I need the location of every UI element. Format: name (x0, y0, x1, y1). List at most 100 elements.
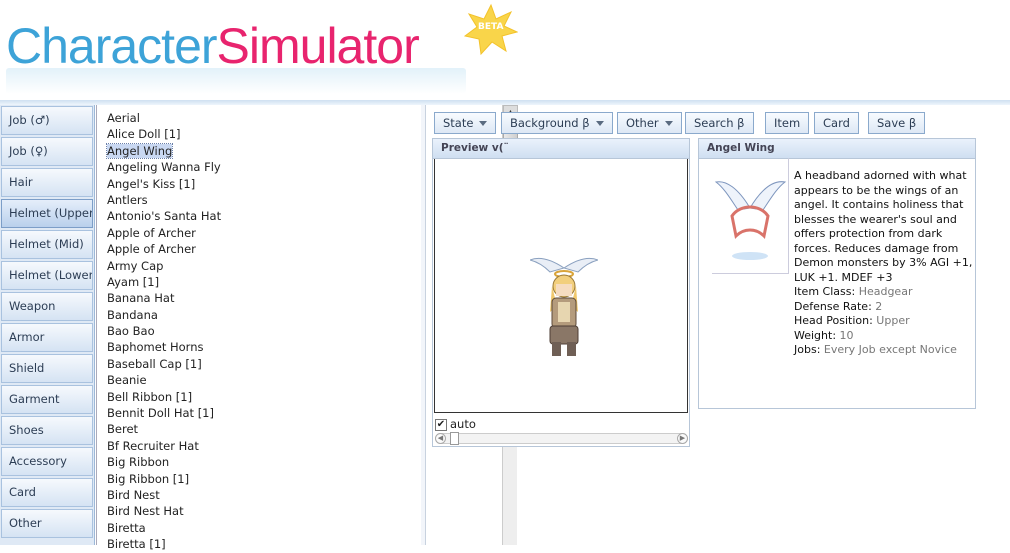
list-item-label: Bell Ribbon [1] (107, 389, 193, 404)
defense-row: Defense Rate: 2 (794, 300, 974, 315)
category-button[interactable]: Other (1, 509, 93, 538)
list-item[interactable]: Apple of Archer (107, 241, 402, 257)
list-item[interactable]: Angel Wing (105, 142, 402, 159)
beta-badge: BETA (463, 3, 519, 57)
item-description: A headband adorned with what appears to … (794, 169, 974, 358)
list-item-label: Bao Bao (107, 324, 155, 339)
list-item[interactable]: Baphomet Horns (107, 339, 402, 355)
list-item[interactable]: Bao Bao (107, 323, 402, 339)
list-item-label: Big Ribbon [1] (107, 471, 190, 486)
category-button[interactable]: Accessory (1, 447, 93, 476)
category-button[interactable]: Job (♂) (1, 106, 93, 135)
item-class-value: Headgear (858, 285, 913, 298)
list-item-label: Apple of Archer (107, 242, 196, 257)
list-item-label: Biretta [1] (107, 537, 166, 552)
list-item-label: Antlers (107, 192, 148, 207)
chevron-down-icon (595, 121, 604, 126)
category-button[interactable]: Armor (1, 323, 93, 352)
list-item[interactable]: Antlers (107, 192, 402, 208)
list-item-label: Bf Recruiter Hat (107, 438, 199, 453)
list-item[interactable]: Apple of Archer (107, 225, 402, 241)
list-item[interactable]: Angel's Kiss [1] (107, 176, 402, 192)
list-item-label: Bird Nest (107, 487, 160, 502)
slider-left-arrow-icon[interactable]: ◀ (435, 433, 446, 444)
category-button[interactable]: Card (1, 478, 93, 507)
category-button[interactable]: Helmet (Upper) (1, 199, 93, 228)
animation-slider[interactable]: ◀ ▶ (435, 432, 688, 445)
list-item-label: Ayam [1] (107, 274, 160, 289)
state-button-label: State (443, 116, 474, 130)
category-button[interactable]: Shoes (1, 416, 93, 445)
weight-label: Weight: (794, 328, 837, 342)
auto-option[interactable]: ✔ auto (435, 417, 476, 433)
list-item[interactable]: Alice Doll [1] (107, 126, 402, 142)
item-button-label: Item (774, 116, 801, 130)
search-button[interactable]: Search β (685, 112, 754, 134)
category-button[interactable]: Helmet (Mid) (1, 230, 93, 259)
list-item[interactable]: Ayam [1] (107, 274, 402, 290)
item-detail-panel: Angel Wing A headband adorned with what … (698, 138, 976, 409)
list-item-label: Baphomet Horns (107, 340, 204, 355)
list-item[interactable]: Big Ribbon (107, 454, 402, 470)
auto-label: auto (450, 417, 476, 431)
list-item[interactable]: Banana Hat (107, 290, 402, 306)
list-item[interactable]: Baseball Cap [1] (107, 356, 402, 372)
list-item[interactable]: Army Cap (107, 258, 402, 274)
auto-checkbox[interactable]: ✔ (435, 418, 447, 431)
description-text: A headband adorned with what appears to … (794, 169, 973, 284)
list-item[interactable]: Beret (107, 421, 402, 437)
save-button-label: Save β (877, 116, 917, 130)
state-button[interactable]: State (434, 112, 497, 134)
angel-wing-icon (714, 181, 787, 260)
background-button[interactable]: Background β (501, 112, 613, 134)
background-button-label: Background β (510, 116, 590, 130)
list-item[interactable]: Biretta (107, 520, 402, 536)
list-item-label: Banana Hat (107, 291, 175, 306)
logo-text-character: Character (6, 18, 218, 74)
list-item[interactable]: Aerial (107, 110, 402, 126)
list-item[interactable]: Bennit Doll Hat [1] (107, 405, 402, 421)
list-item[interactable]: Big Ribbon [1] (107, 471, 402, 487)
list-item[interactable]: Biretta [1] (107, 536, 402, 552)
category-button[interactable]: Hair (1, 168, 93, 197)
category-button[interactable]: Garment (1, 385, 93, 414)
item-list-panel: Aerial Alice Doll [1] Angel Wing Angeling W… (96, 105, 518, 551)
logo: CharacterSimulatorr (6, 18, 420, 74)
list-item[interactable]: Bf Recruiter Hat (107, 438, 402, 454)
head-position-row: Head Position: Upper (794, 314, 974, 329)
list-item-label: Army Cap (107, 258, 164, 273)
slider-right-arrow-icon[interactable]: ▶ (677, 433, 688, 444)
list-item[interactable]: Bird Nest (107, 487, 402, 503)
category-button[interactable]: Helmet (Lower) (1, 261, 93, 290)
list-item[interactable]: Antonio's Santa Hat (107, 208, 402, 224)
pane-splitter[interactable] (421, 105, 426, 545)
other-button[interactable]: Other (617, 112, 682, 134)
list-item-label: Baseball Cap [1] (107, 356, 202, 371)
list-item[interactable]: Bird Nest Hat (107, 503, 402, 519)
chevron-down-icon (479, 121, 488, 126)
list-item-label: Alice Doll [1] (107, 127, 181, 142)
preview-panel: Preview v(¨ ✔ auto ◀ ▶ (432, 138, 690, 447)
list-item[interactable]: Beanie (107, 372, 402, 388)
character-preview-canvas[interactable] (434, 159, 688, 413)
list-item-label: Bird Nest Hat (107, 504, 184, 519)
category-button[interactable]: Shield (1, 354, 93, 383)
list-item-label: Beanie (107, 373, 147, 388)
slider-knob[interactable] (450, 432, 459, 445)
beta-label: BETA (478, 22, 504, 32)
list-item-label: Antonio's Santa Hat (107, 209, 222, 224)
card-button[interactable]: Card (814, 112, 859, 134)
toolbar: State Background β Other Search β Item C… (426, 105, 1010, 139)
save-button[interactable]: Save β (868, 112, 926, 134)
other-button-label: Other (626, 116, 659, 130)
category-button[interactable]: Weapon (1, 292, 93, 321)
list-item[interactable]: Bandana (107, 307, 402, 323)
item-button[interactable]: Item (765, 112, 810, 134)
head-position-label: Head Position: (794, 314, 873, 327)
logo-text-simulator: Simulator (216, 18, 420, 74)
item-list: Aerial Alice Doll [1] Angel Wing Angeling W… (105, 110, 402, 553)
search-button-label: Search β (694, 116, 745, 130)
category-button[interactable]: Job (♀) (1, 137, 93, 166)
list-item[interactable]: Angeling Wanna Fly (107, 159, 402, 175)
list-item[interactable]: Bell Ribbon [1] (107, 389, 402, 405)
